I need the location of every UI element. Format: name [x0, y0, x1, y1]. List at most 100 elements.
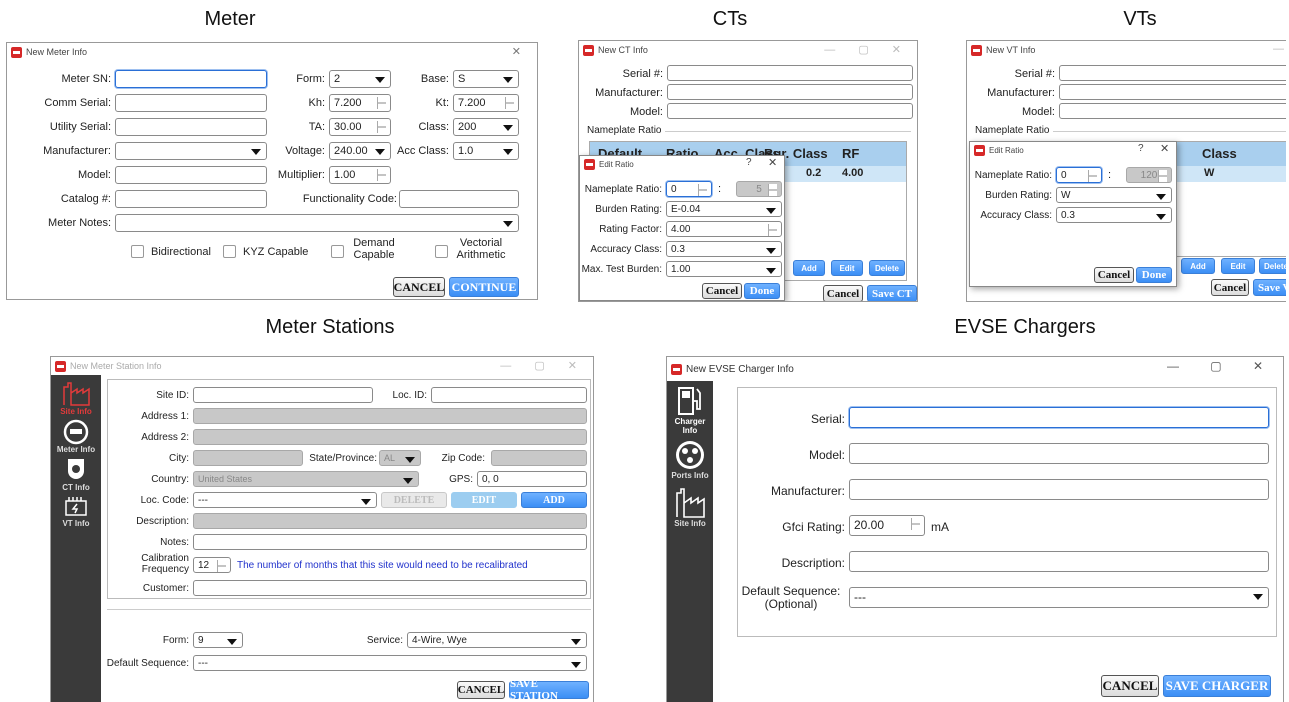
manufacturer-input[interactable]	[1059, 84, 1286, 100]
burden-rating-select[interactable]: W	[1056, 187, 1172, 203]
address2-input[interactable]	[193, 429, 587, 445]
site-id-input[interactable]	[193, 387, 373, 403]
gps-input[interactable]: 0, 0	[477, 471, 587, 487]
ratio2-spinner[interactable]: 5	[736, 181, 782, 197]
sidebar-label: CT Info	[62, 483, 90, 492]
ratio-spinner[interactable]: 0	[1056, 167, 1102, 183]
kh-spinner[interactable]: 7.200	[329, 94, 391, 112]
form-select[interactable]: 9	[193, 632, 243, 648]
meter-notes-select[interactable]	[115, 214, 519, 232]
address1-input[interactable]	[193, 408, 587, 424]
delete-button[interactable]: Delete	[1259, 258, 1286, 274]
zip-input[interactable]	[491, 450, 587, 466]
continue-button[interactable]: CONTINUE	[449, 277, 519, 297]
form-select[interactable]: 2	[329, 70, 391, 88]
dialog-done-button[interactable]: Done	[1136, 267, 1172, 283]
gfci-rating-spinner[interactable]: 20.00	[849, 515, 925, 536]
delete-button[interactable]: DELETE	[381, 492, 447, 508]
manufacturer-input[interactable]	[849, 479, 1269, 500]
ratio2-spinner[interactable]: 120	[1126, 167, 1172, 183]
sidebar-item-ports[interactable]: Ports Info	[667, 439, 713, 480]
sidebar-item-site[interactable]: Site Info	[667, 487, 713, 528]
rating-factor-spinner[interactable]: 4.00	[666, 221, 782, 237]
close-icon[interactable]: ✕	[512, 45, 531, 58]
save-vt-button[interactable]: Save V	[1253, 279, 1286, 296]
city-input[interactable]	[193, 450, 303, 466]
burden-rating-select[interactable]: E-0.04	[666, 201, 782, 217]
voltage-select[interactable]: 240.00	[329, 142, 391, 160]
close-icon[interactable]: ✕	[1160, 142, 1169, 155]
add-button[interactable]: Add	[1181, 258, 1215, 274]
comm-serial-input[interactable]	[115, 94, 267, 112]
dialog-done-button[interactable]: Done	[744, 283, 780, 299]
sidebar-item-vt[interactable]: VT Info	[51, 493, 101, 528]
utility-serial-input[interactable]	[115, 118, 267, 136]
cancel-button[interactable]: Cancel	[823, 285, 863, 301]
model-input[interactable]	[849, 443, 1269, 464]
manufacturer-input[interactable]	[667, 84, 913, 100]
meter-sn-input[interactable]	[115, 70, 267, 88]
description-input[interactable]	[193, 513, 587, 529]
default-sequence-select[interactable]: ---	[849, 587, 1269, 608]
country-select[interactable]: United States	[193, 471, 419, 487]
multiplier-spinner[interactable]: 1.00	[329, 166, 391, 184]
model-input[interactable]	[115, 166, 267, 184]
kt-spinner[interactable]: 7.200	[453, 94, 519, 112]
serial-input[interactable]	[849, 407, 1269, 428]
cancel-button[interactable]: CANCEL	[457, 681, 505, 699]
vectorial-checkbox[interactable]	[435, 245, 448, 258]
class-select[interactable]: 200	[453, 118, 519, 136]
close-icon[interactable]: ✕	[768, 156, 777, 169]
notes-input[interactable]	[193, 534, 587, 550]
help-icon[interactable]: ?	[746, 157, 752, 168]
max-test-burden-select[interactable]: 1.00	[666, 261, 782, 277]
edit-button[interactable]: Edit	[831, 260, 863, 276]
cancel-button[interactable]: Cancel	[1211, 279, 1249, 296]
dialog-cancel-button[interactable]: Cancel	[1094, 267, 1134, 283]
customer-input[interactable]	[193, 580, 587, 596]
kyz-checkbox[interactable]	[223, 245, 236, 258]
sidebar-item-charger[interactable]: Charger Info	[667, 385, 713, 435]
save-ct-button[interactable]: Save CT	[867, 285, 917, 301]
model-input[interactable]	[667, 103, 913, 119]
save-station-button[interactable]: SAVE STATION	[509, 678, 589, 702]
service-select[interactable]: 4-Wire, Wye	[407, 632, 587, 648]
window-controls[interactable]: — ▢ ✕	[1167, 359, 1277, 373]
save-charger-button[interactable]: SAVE CHARGER	[1163, 675, 1271, 697]
cancel-button[interactable]: CANCEL	[393, 277, 445, 297]
sidebar-item-meter[interactable]: Meter Info	[51, 419, 101, 454]
dialog-cancel-button[interactable]: Cancel	[702, 283, 742, 299]
loc-id-input[interactable]	[431, 387, 587, 403]
window-controls[interactable]: — ▢ ✕	[824, 43, 911, 56]
manufacturer-select[interactable]	[115, 142, 267, 160]
state-select[interactable]: AL	[379, 450, 421, 466]
help-icon[interactable]: ?	[1138, 143, 1144, 154]
description-input[interactable]	[849, 551, 1269, 572]
accuracy-class-select[interactable]: 0.3	[666, 241, 782, 257]
loc-code-select[interactable]: ---	[193, 492, 377, 508]
window-controls[interactable]: — ▢ ✕	[500, 359, 587, 372]
window-controls[interactable]: —	[1273, 43, 1284, 55]
add-button[interactable]: ADD	[521, 492, 587, 508]
model-input[interactable]	[1059, 103, 1286, 119]
serial-input[interactable]	[667, 65, 913, 81]
acc-class-select[interactable]: 1.0	[453, 142, 519, 160]
serial-input[interactable]	[1059, 65, 1286, 81]
demand-checkbox[interactable]	[331, 245, 344, 258]
bidirectional-checkbox[interactable]	[131, 245, 144, 258]
ratio-spinner[interactable]: 0	[666, 181, 712, 197]
cancel-button[interactable]: CANCEL	[1101, 675, 1159, 697]
add-button[interactable]: Add	[793, 260, 825, 276]
calibration-spinner[interactable]: 12	[193, 557, 231, 573]
accuracy-class-select[interactable]: 0.3	[1056, 207, 1172, 223]
sidebar-item-ct[interactable]: CT Info	[51, 457, 101, 492]
edit-button[interactable]: EDIT	[451, 492, 517, 508]
catalog-input[interactable]	[115, 190, 267, 208]
base-select[interactable]: S	[453, 70, 519, 88]
sidebar-item-site[interactable]: Site Info	[51, 379, 101, 416]
default-sequence-select[interactable]: ---	[193, 655, 587, 671]
edit-button[interactable]: Edit	[1221, 258, 1255, 274]
delete-button[interactable]: Delete	[869, 260, 905, 276]
functionality-code-input[interactable]	[399, 190, 519, 208]
ta-spinner[interactable]: 30.00	[329, 118, 391, 136]
